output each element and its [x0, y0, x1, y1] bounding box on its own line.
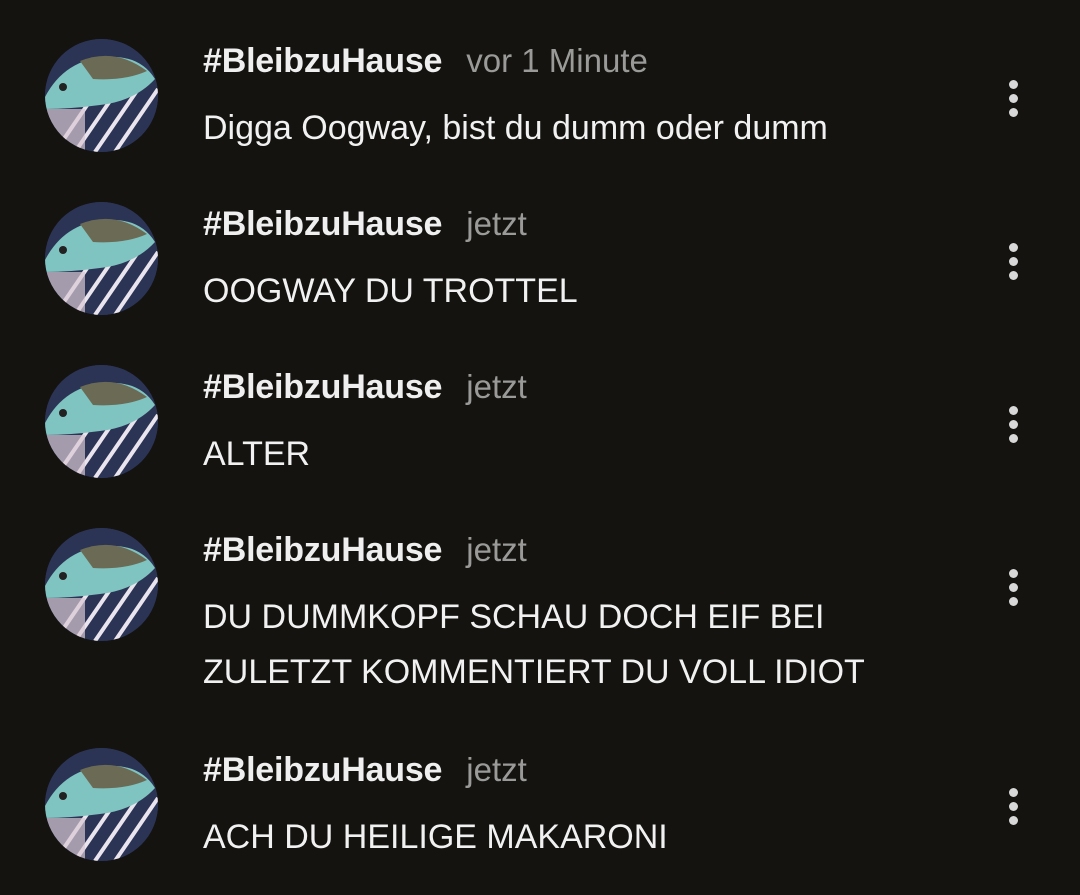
more-vert-icon[interactable] [996, 562, 1030, 612]
budgie-avatar-image [45, 202, 158, 315]
comment-text: ACH DU HEILIGE MAKARONI [203, 818, 668, 856]
comment-meta: #BleibzuHause jetzt [203, 205, 527, 249]
comment-text: DU DUMMKOPF SCHAU DOCH EIF BEI ZULETZT K… [203, 598, 865, 691]
author-name[interactable]: #BleibzuHause [203, 42, 442, 81]
author-name[interactable]: #BleibzuHause [203, 368, 442, 407]
budgie-avatar-image [45, 365, 158, 478]
comment-timestamp: jetzt [466, 531, 527, 568]
comment-timestamp: jetzt [466, 205, 527, 242]
author-name[interactable]: #BleibzuHause [203, 751, 442, 790]
dot [1008, 787, 1018, 797]
avatar[interactable] [45, 748, 158, 861]
budgie-avatar-image [45, 748, 158, 861]
comment-timestamp: vor 1 Minute [466, 42, 648, 79]
budgie-avatar-image [45, 528, 158, 641]
dot [1008, 242, 1018, 252]
budgie-avatar-image [45, 39, 158, 152]
dot [1008, 596, 1018, 606]
comment-meta: #BleibzuHause vor 1 Minute [203, 42, 648, 86]
dot [1008, 433, 1018, 443]
avatar[interactable] [45, 528, 158, 641]
dot [1008, 107, 1018, 117]
avatar[interactable] [45, 202, 158, 315]
comment-meta: #BleibzuHause jetzt [203, 751, 527, 795]
avatar[interactable] [45, 39, 158, 152]
dot [1008, 815, 1018, 825]
author-name[interactable]: #BleibzuHause [203, 205, 442, 244]
dot [1008, 582, 1018, 592]
comment-text: Digga Oogway, bist du dumm oder dumm [203, 109, 828, 147]
comment-text: OOGWAY DU TROTTEL [203, 272, 578, 310]
dot [1008, 801, 1018, 811]
more-vert-icon[interactable] [996, 236, 1030, 286]
more-vert-icon[interactable] [996, 781, 1030, 831]
dot [1008, 405, 1018, 415]
dot [1008, 93, 1018, 103]
comment-meta: #BleibzuHause jetzt [203, 531, 527, 575]
comment-timestamp: jetzt [466, 368, 527, 405]
more-vert-icon[interactable] [996, 399, 1030, 449]
comment-timestamp: jetzt [466, 751, 527, 788]
dot [1008, 419, 1018, 429]
more-vert-icon[interactable] [996, 73, 1030, 123]
comment-text: ALTER [203, 435, 311, 473]
comment-meta: #BleibzuHause jetzt [203, 368, 527, 412]
author-name[interactable]: #BleibzuHause [203, 531, 442, 570]
dot [1008, 270, 1018, 280]
dot [1008, 568, 1018, 578]
dot [1008, 79, 1018, 89]
dot [1008, 256, 1018, 266]
avatar[interactable] [45, 365, 158, 478]
